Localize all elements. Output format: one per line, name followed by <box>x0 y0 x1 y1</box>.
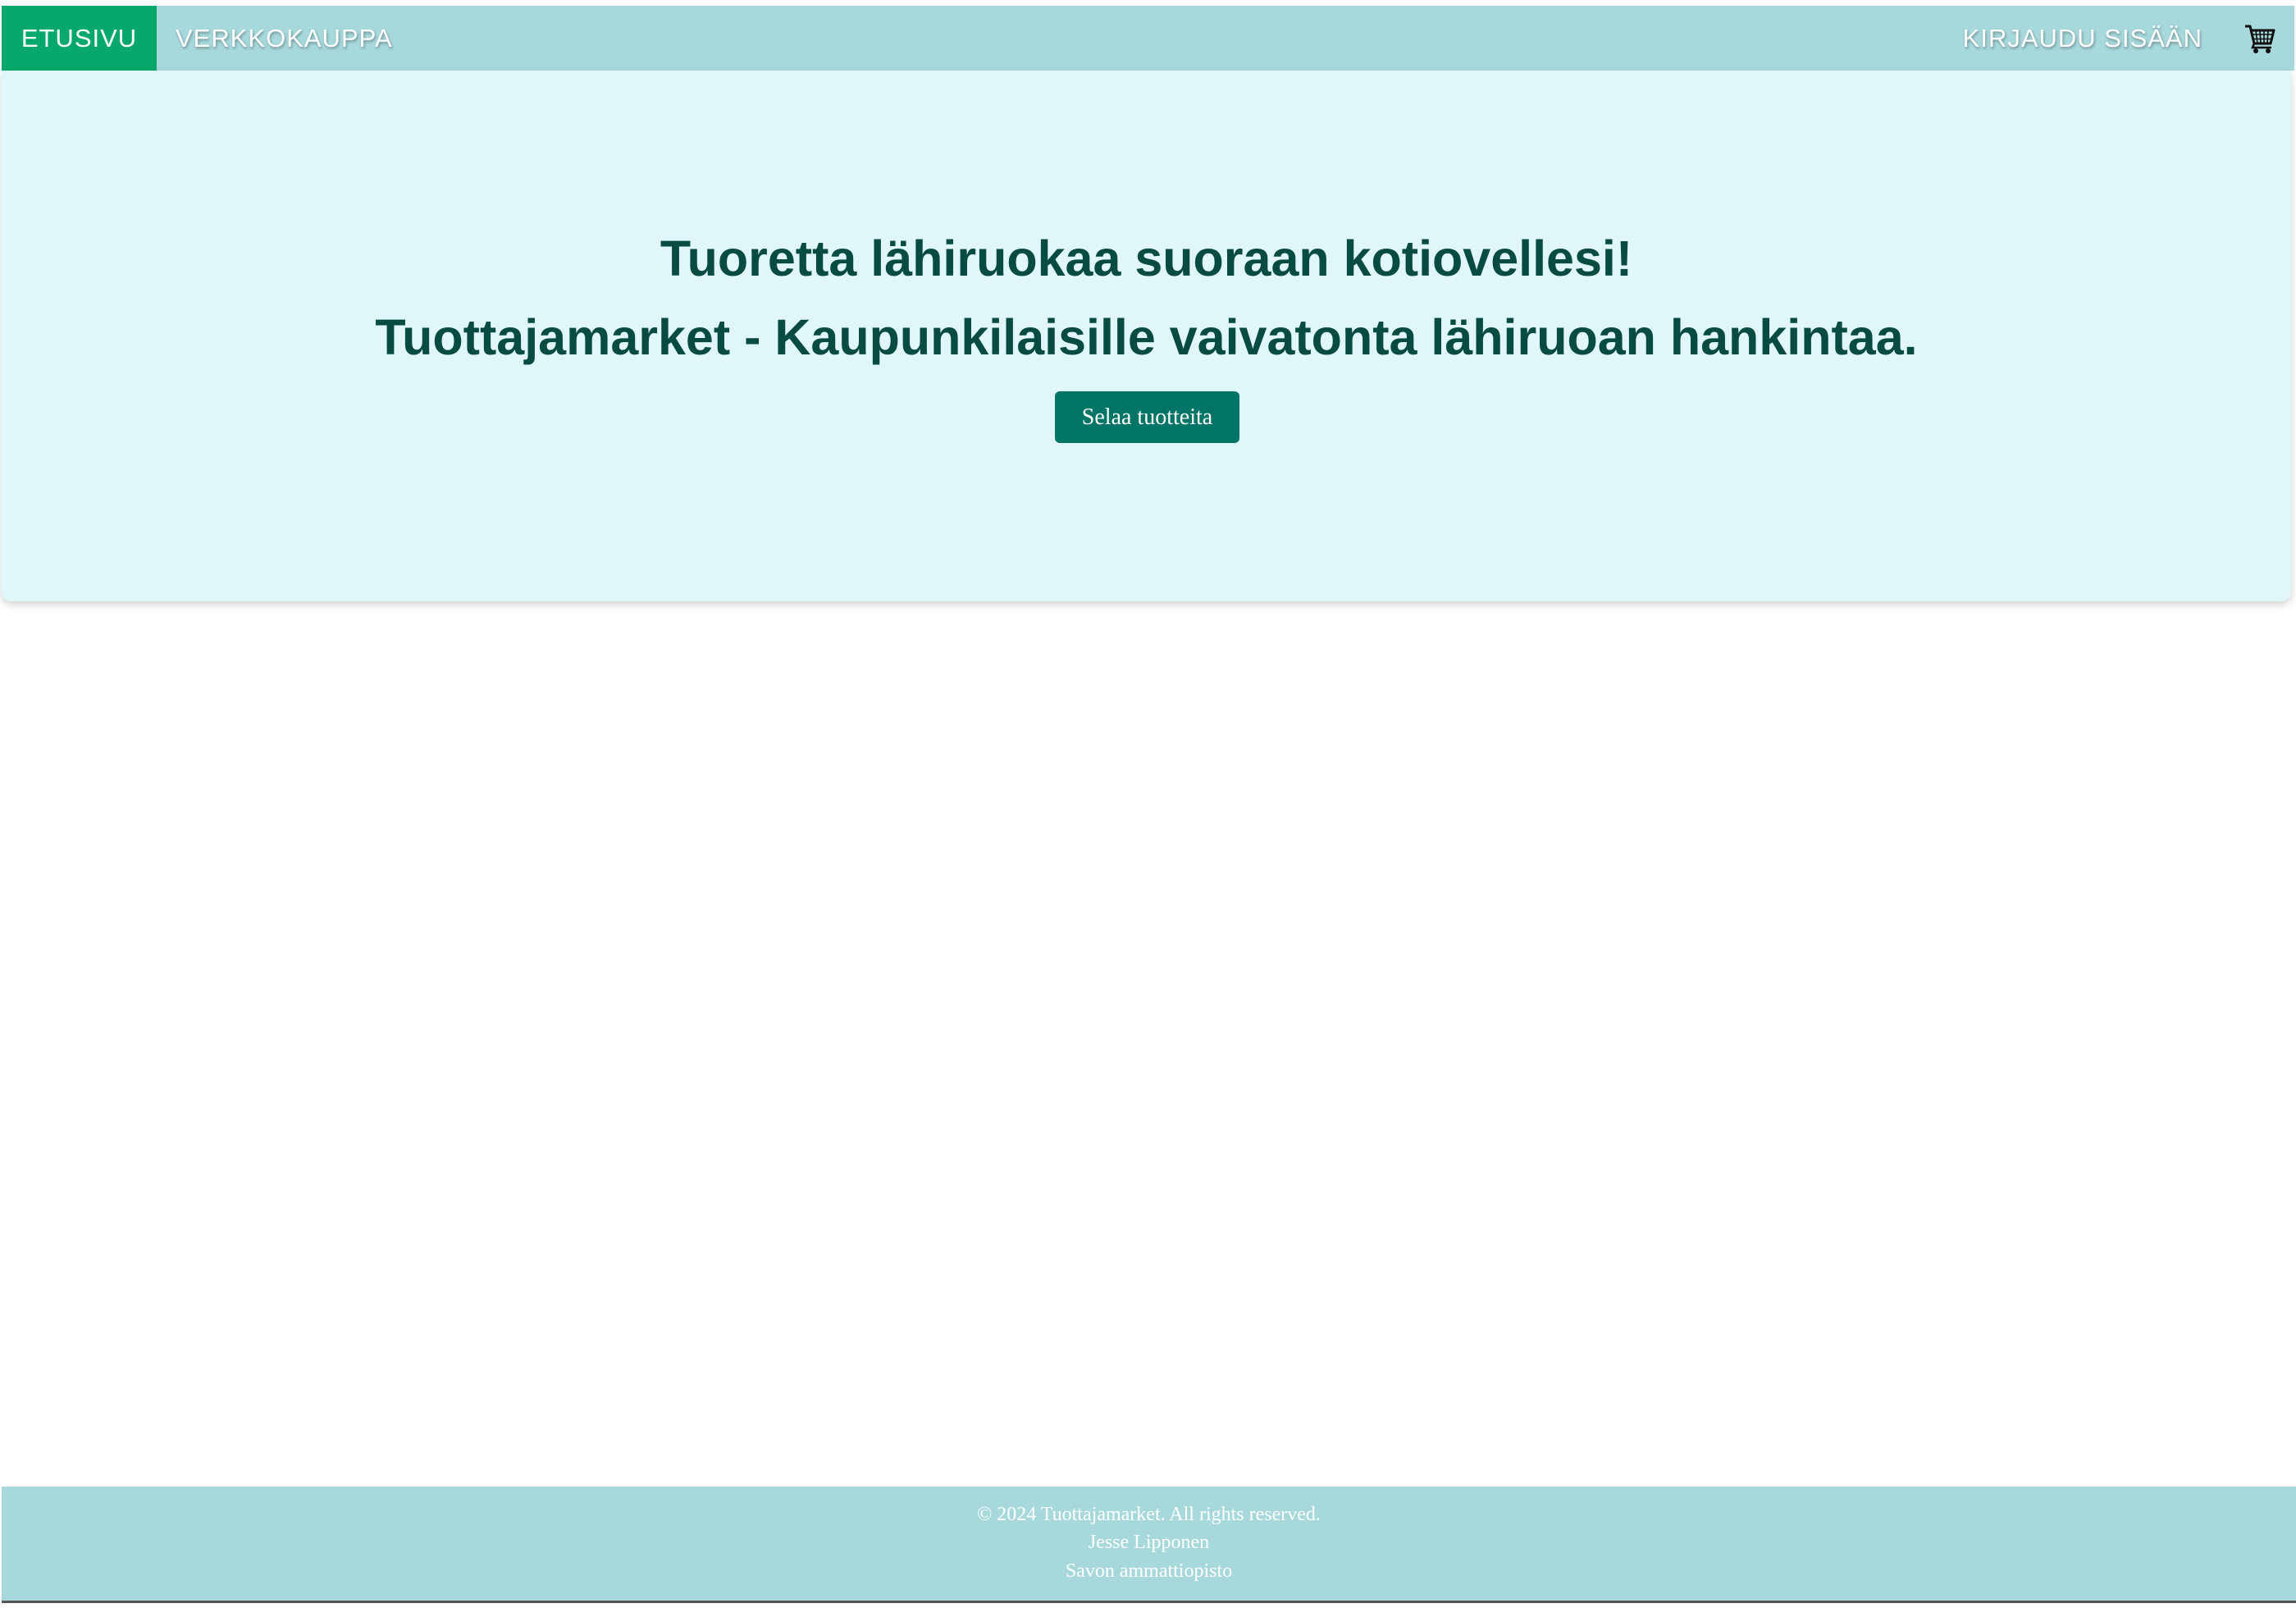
browse-products-button[interactable]: Selaa tuotteita <box>1055 391 1239 443</box>
nav-link-login[interactable]: KIRJAUDU SISÄÄN <box>1963 6 2202 71</box>
page-footer: © 2024 Tuottajamarket. All rights reserv… <box>2 1487 2296 1603</box>
nav-link-home[interactable]: ETUSIVU <box>2 6 157 71</box>
page: ETUSIVU VERKKOKAUPPA KIRJAUDU SISÄÄN Tuo… <box>0 0 2296 1608</box>
top-navbar: ETUSIVU VERKKOKAUPPA KIRJAUDU SISÄÄN <box>2 6 2294 71</box>
nav-link-shop[interactable]: VERKKOKAUPPA <box>176 6 393 71</box>
footer-author: Jesse Lipponen <box>1088 1532 1210 1553</box>
hero-subheadline: Tuottajamarket - Kaupunkilaisille vaivat… <box>375 309 1918 365</box>
hero-headline: Tuoretta lähiruokaa suoraan kotiovellesi… <box>660 231 1633 286</box>
shopping-cart-icon[interactable] <box>2244 22 2276 55</box>
footer-school: Savon ammattiopisto <box>1065 1560 1233 1582</box>
footer-copyright: © 2024 Tuottajamarket. All rights reserv… <box>977 1504 1321 1525</box>
hero-banner: Tuoretta lähiruokaa suoraan kotiovellesi… <box>2 71 2291 601</box>
